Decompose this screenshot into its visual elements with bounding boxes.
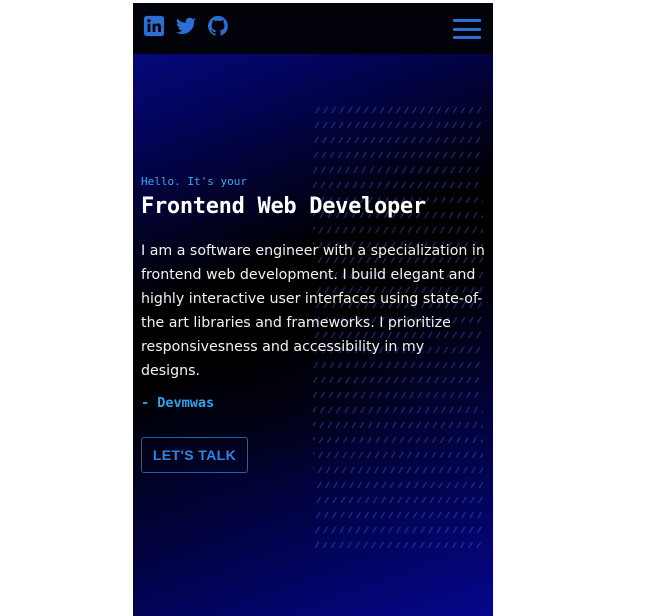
twitter-link[interactable] <box>175 15 197 37</box>
github-link[interactable] <box>207 15 229 37</box>
hero-bio: I am a software engineer with a speciali… <box>141 243 485 379</box>
app-screen: Hello. It's your Frontend Web Developer … <box>133 3 493 616</box>
hero-title: Frontend Web Developer <box>141 194 426 219</box>
hero-section: Hello. It's your Frontend Web Developer … <box>141 175 486 411</box>
linkedin-link[interactable] <box>143 15 165 37</box>
top-navbar <box>133 3 493 54</box>
social-links <box>143 15 229 37</box>
hero-greeting: Hello. It's your <box>141 175 247 188</box>
github-icon <box>207 15 228 36</box>
twitter-icon <box>175 17 197 35</box>
linkedin-icon <box>143 15 165 37</box>
menu-bar <box>453 36 481 39</box>
hero-signature: - Devmwas <box>141 395 215 411</box>
menu-bar <box>453 27 481 31</box>
hamburger-menu-icon[interactable] <box>453 19 481 39</box>
menu-bar <box>453 19 481 22</box>
lets-talk-button[interactable]: LET'S TALK <box>141 437 248 473</box>
